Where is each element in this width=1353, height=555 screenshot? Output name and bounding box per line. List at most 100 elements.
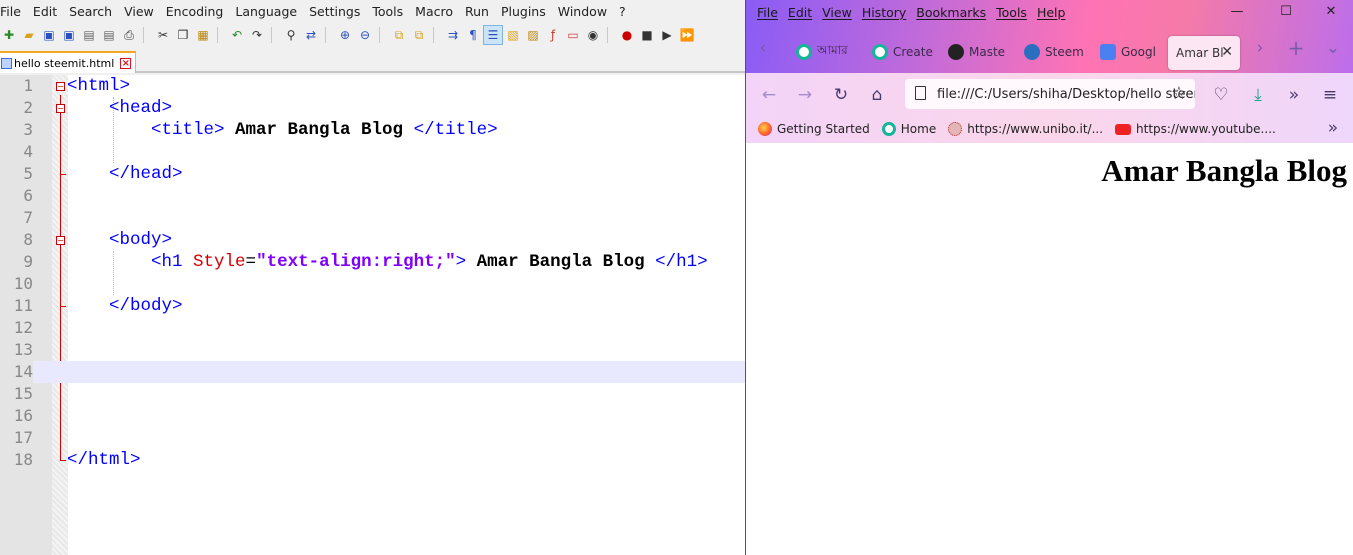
find-icon[interactable]: ⚲ [282,26,300,44]
html-open-tag: <html> [67,76,131,96]
bookmark-star-icon[interactable]: ☆ [1171,83,1187,104]
udl-icon[interactable]: ▧ [504,26,522,44]
npp-menu-search[interactable]: Search [63,0,118,24]
new-file-icon[interactable]: ✚ [0,26,18,44]
browser-tab[interactable]: Maste [948,37,1005,67]
npp-menu-view[interactable]: View [118,0,160,24]
sync-horizontal-icon[interactable]: ⧉ [410,26,428,44]
code-editor[interactable]: 1 <html> − 2 <head> − 3 <title> Amar Ban… [0,75,745,555]
show-all-chars-icon[interactable]: ¶ [464,26,482,44]
reload-icon[interactable]: ↻ [830,84,852,106]
code-line: 7 [0,207,745,229]
bookmark-item[interactable]: Home [881,122,936,136]
google-translate-icon [1100,44,1116,60]
h1-text: Amar Bangla Blog [466,252,656,272]
fold-minus-icon[interactable]: − [56,104,65,113]
print-icon[interactable]: ⎙ [120,26,138,44]
code-line: 10 [0,273,745,295]
tab-scroll-right-icon[interactable]: › [1249,37,1271,59]
copy-icon[interactable]: ❐ [174,26,192,44]
bookmark-item[interactable]: https://www.youtube.... [1115,122,1276,136]
replace-icon[interactable]: ⇄ [302,26,320,44]
npp-menu-macro[interactable]: Macro [409,0,459,24]
ff-menu-history[interactable]: History [857,5,911,20]
browser-tab[interactable]: Create [872,37,933,67]
paste-icon[interactable]: ▦ [194,26,212,44]
bookmark-item[interactable]: Getting Started [758,122,870,136]
npp-menu-help[interactable]: ? [613,0,632,24]
undo-icon[interactable]: ↶ [228,26,246,44]
close-tab-icon[interactable]: × [120,57,132,69]
ff-menu-help[interactable]: Help [1032,5,1071,20]
code-line: 15 [0,383,745,405]
save-icon[interactable]: ▣ [40,26,58,44]
save-all-icon[interactable]: ▣ [60,26,78,44]
close-tab-icon[interactable]: ✕ [1221,44,1233,60]
bookmark-item[interactable]: https://www.unibo.it/... [948,122,1103,136]
fold-minus-icon[interactable]: − [56,82,65,91]
ff-menu-tools[interactable]: Tools [991,5,1032,20]
record-macro-icon[interactable]: ● [618,26,636,44]
bookmarks-overflow-icon[interactable]: » [1322,117,1344,139]
ff-menu-bookmarks[interactable]: Bookmarks [911,5,991,20]
toolbar-separator [217,27,223,43]
ff-menu-edit[interactable]: Edit [783,5,817,20]
code-line: 5 </head> [0,163,745,185]
downloads-icon[interactable]: ⤓ [1247,84,1269,106]
open-file-icon[interactable]: ▰ [20,26,38,44]
list-all-tabs-icon[interactable]: ⌄ [1322,37,1344,59]
active-browser-tab[interactable]: Amar Bl ✕ [1168,36,1240,70]
npp-menu-edit[interactable]: Edit [27,0,63,24]
home-icon[interactable]: ⌂ [866,84,888,106]
npp-menu-window[interactable]: Window [552,0,613,24]
close-icon[interactable]: ▤ [80,26,98,44]
doc-map-icon[interactable]: ▨ [524,26,542,44]
npp-menu-tools[interactable]: Tools [366,0,409,24]
folder-workspace-icon[interactable]: ▭ [564,26,582,44]
function-list-icon[interactable]: ƒ [544,26,562,44]
wordpress-icon [1024,44,1040,60]
word-wrap-icon[interactable]: ⇉ [444,26,462,44]
npp-tab-bar: hello steemit.html × [0,51,745,73]
npp-menu-language[interactable]: Language [229,0,303,24]
browser-tab[interactable]: আমার [796,37,848,67]
zoom-out-icon[interactable]: ⊖ [356,26,374,44]
ff-menu-view[interactable]: View [817,5,857,20]
browser-tab[interactable]: Googl [1100,37,1156,67]
address-bar[interactable]: file:///C:/Users/shiha/Desktop/hello ste… [905,79,1195,109]
close-all-icon[interactable]: ▤ [100,26,118,44]
line-number: 4 [23,142,33,161]
redo-icon[interactable]: ↷ [248,26,266,44]
youtube-icon [1115,123,1132,135]
notepad-plus-plus-window: File Edit Search View Encoding Language … [0,0,745,555]
indent-guide-icon[interactable]: ☰ [483,25,503,45]
npp-menu-plugins[interactable]: Plugins [495,0,552,24]
npp-menu-file[interactable]: File [0,0,27,24]
stop-macro-icon[interactable]: ■ [638,26,656,44]
run-macro-multiple-icon[interactable]: ⏩ [678,26,696,44]
browser-tab[interactable]: Steem [1024,37,1084,67]
overflow-menu-icon[interactable]: » [1283,84,1305,106]
npp-toolbar: ✚ ▰ ▣ ▣ ▤ ▤ ⎙ ✂ ❐ ▦ ↶ ↷ ⚲ ⇄ ⊕ ⊖ ⧉ ⧉ ⇉ ¶ … [0,24,745,46]
pocket-icon[interactable]: ♡ [1210,84,1232,106]
play-macro-icon[interactable]: ▶ [658,26,676,44]
back-icon[interactable]: ← [758,84,780,106]
monitoring-icon[interactable]: ◉ [584,26,602,44]
forward-icon[interactable]: → [794,84,816,106]
code-line: 8 <body> [0,229,745,251]
ff-menu-file[interactable]: File [752,5,783,20]
bookmark-label: https://www.unibo.it/... [967,122,1104,136]
npp-menu-encoding[interactable]: Encoding [160,0,230,24]
page-viewport: Amar Bangla Blog [746,143,1353,555]
tab-scroll-left-icon[interactable]: ‹ [752,37,774,59]
npp-file-tab[interactable]: hello steemit.html × [0,51,137,73]
zoom-in-icon[interactable]: ⊕ [336,26,354,44]
active-tab-label: Amar Bl [1176,46,1224,60]
fold-minus-icon[interactable]: − [56,236,65,245]
hamburger-menu-icon[interactable]: ≡ [1319,84,1341,106]
sync-vertical-icon[interactable]: ⧉ [390,26,408,44]
npp-menu-settings[interactable]: Settings [303,0,366,24]
new-tab-icon[interactable]: + [1285,37,1307,59]
cut-icon[interactable]: ✂ [154,26,172,44]
npp-menu-run[interactable]: Run [459,0,495,24]
